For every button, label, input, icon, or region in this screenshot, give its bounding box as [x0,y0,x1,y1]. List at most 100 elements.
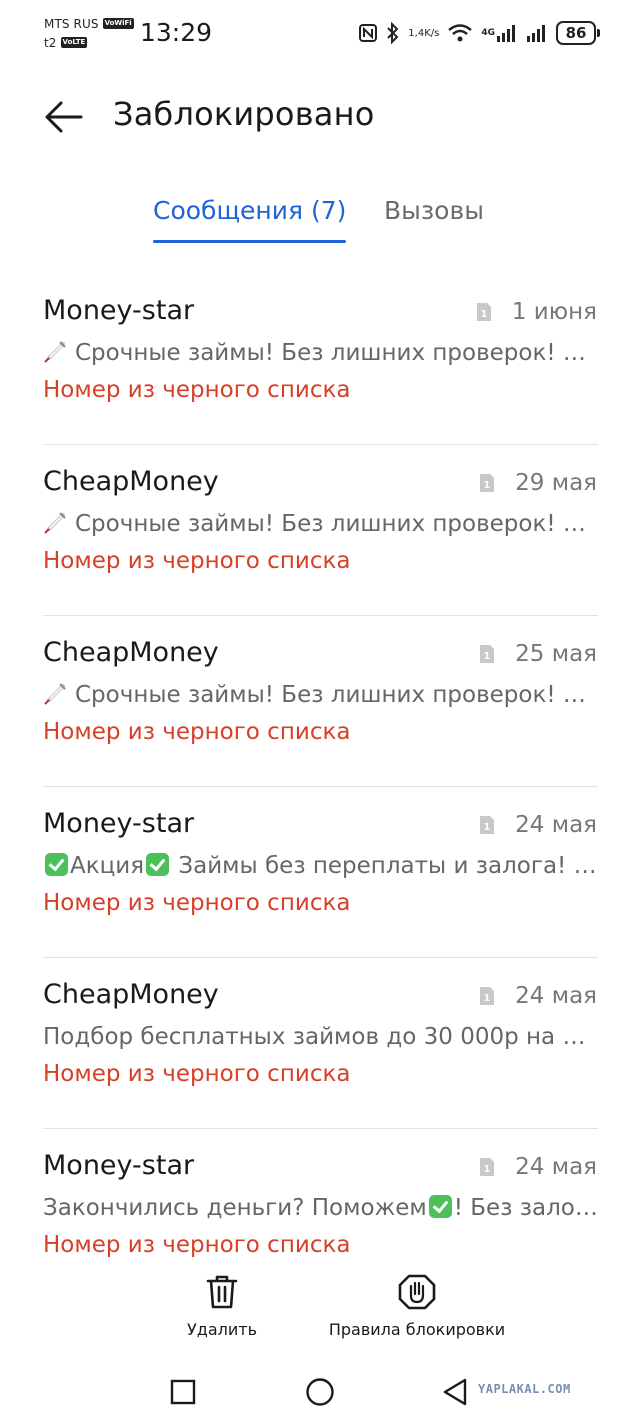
page-title: Заблокировано [113,95,375,133]
speed-value: 1,4 [408,27,425,39]
message-date: 1 24 мая [479,983,597,1009]
sim-card-icon: 1 [480,816,495,834]
check-mark-icon [45,853,68,876]
status-clock: 13:29 [140,18,213,47]
carrier-name-2: t2 [44,35,57,50]
sim-card-icon: 1 [480,645,495,663]
carrier-name-1: MTS RUS [44,16,99,31]
message-preview-text: Срочные займы! Без лишних проверок! Заяв… [75,682,598,708]
signal-icon [526,24,548,42]
tab-bar: Сообщения (7) Вызовы [0,196,640,246]
sim-card-icon: 1 [480,987,495,1005]
sim-card-icon: 1 [480,1158,495,1176]
svg-text:1: 1 [484,480,491,491]
message-preview: Срочные займы! Без лишних проверок! Заяв… [43,682,598,708]
tab-calls[interactable]: Вызовы [384,196,484,242]
nfc-icon [358,23,378,43]
message-date-text: 29 мая [515,470,597,496]
volte-badge: VoLTE [60,37,88,48]
tab-calls-label: Вызовы [384,196,484,225]
message-date: 1 1 июня [476,299,597,325]
message-date-text: 24 мая [515,812,597,838]
message-preview-text: Срочные займы! Без лишних проверок! Заяв… [75,340,598,366]
circle-icon [306,1378,334,1406]
blocked-status: Номер из черного списка [43,1232,351,1258]
delete-button[interactable]: Удалить [180,1274,264,1339]
message-sender: CheapMoney [43,466,219,497]
message-sender: Money-star [43,808,195,839]
message-preview-text: Займы без переплаты и залога! Оформите з… [178,853,598,879]
syringe-icon [44,341,66,363]
block-hand-icon [398,1274,436,1310]
message-preview: Срочные займы! Без лишних проверок! Заяв… [43,340,598,366]
message-date: 1 24 мая [479,1154,597,1180]
bottom-action-bar: Удалить Правила блокировки [0,1268,640,1348]
message-date: 1 29 мая [479,470,597,496]
message-sender: CheapMoney [43,979,219,1010]
message-preview: Подбор бесплатных займов до 30 000р на н… [43,1024,598,1050]
battery-level: 86 [556,21,596,45]
trash-icon [206,1275,238,1309]
message-date-text: 25 мая [515,641,597,667]
network-speed: 1,4 K/s [408,28,439,39]
system-nav-bar: YAPLAKAL.COM [0,1356,640,1425]
block-rules-label: Правила блокировки [328,1320,506,1339]
svg-text:1: 1 [484,651,491,662]
svg-text:1: 1 [480,309,487,320]
wifi-icon [447,23,473,43]
list-item[interactable]: CheapMoney 1 24 мая Подбор бесплатных за… [0,958,640,1129]
blocked-status: Номер из черного списка [43,377,351,403]
watermark: YAPLAKAL.COM [478,1382,571,1396]
delete-label: Удалить [187,1320,257,1339]
message-sender: Money-star [43,295,195,326]
message-date-text: 24 мая [515,983,597,1009]
triangle-back-icon [443,1378,467,1406]
tab-messages[interactable]: Сообщения (7) [153,196,347,243]
message-preview-text: Подбор бесплатных займов до 30 000р на н… [43,1024,598,1050]
speed-unit: K/s [424,27,440,39]
nav-back-button[interactable] [437,1374,473,1410]
message-preview-text: Срочные займы! Без лишних проверок! Заяв… [75,511,598,537]
square-icon [170,1379,196,1405]
message-date: 1 25 мая [479,641,597,667]
signal-icon-4g: 4G [481,24,518,42]
message-preview: Срочные займы! Без лишних проверок! Заяв… [43,511,598,537]
message-preview: Акция Займы без переплаты и залога! Офор… [43,853,598,879]
network-type: 4G [481,28,495,38]
check-mark-icon [428,1195,452,1218]
list-item[interactable]: Money-star 1 24 мая Акция Займы без пере… [0,787,640,958]
message-date-text: 24 мая [515,1154,597,1180]
app-header: Заблокировано [0,88,640,144]
blocked-status: Номер из черного списка [43,548,351,574]
check-mark-icon [146,853,170,876]
message-preview: Закончились деньги? Поможем ! Без залога … [43,1195,598,1221]
sim-card-icon: 1 [480,474,495,492]
status-icons: 1,4 K/s 4G 86 [350,19,600,47]
arrow-left-icon [45,101,83,133]
vowifi-badge: VoWiFi [102,18,134,29]
blocked-status: Номер из черного списка [43,890,351,916]
list-item[interactable]: CheapMoney 1 25 мая Срочные займы! Без л… [0,616,640,787]
blocked-status: Номер из черного списка [43,1061,351,1087]
block-rules-button[interactable]: Правила блокировки [322,1274,512,1339]
status-bar: MTS RUS VoWiFi t2 VoLTE 13:29 1,4 K/s 4G [0,0,640,64]
message-date-text: 1 июня [511,299,597,325]
carrier-info: MTS RUS VoWiFi t2 VoLTE [44,14,134,52]
svg-text:1: 1 [484,993,491,1004]
battery-icon: 86 [556,21,600,45]
home-button[interactable] [302,1374,338,1410]
syringe-icon [44,683,66,705]
active-tab-indicator [153,240,347,243]
blocked-status: Номер из черного списка [43,719,351,745]
message-date: 1 24 мая [479,812,597,838]
blocked-message-list: Money-star 1 1 июня Срочные займы! Без л… [0,274,640,1300]
list-item[interactable]: CheapMoney 1 29 мая Срочные займы! Без л… [0,445,640,616]
message-preview-text: Акция [70,853,145,879]
recent-apps-button[interactable] [165,1374,201,1410]
tab-messages-label: Сообщения (7) [153,196,347,225]
bluetooth-icon [386,22,400,44]
back-button[interactable] [40,94,86,140]
list-item[interactable]: Money-star 1 1 июня Срочные займы! Без л… [0,274,640,445]
syringe-icon [44,512,66,534]
svg-text:1: 1 [484,822,491,833]
